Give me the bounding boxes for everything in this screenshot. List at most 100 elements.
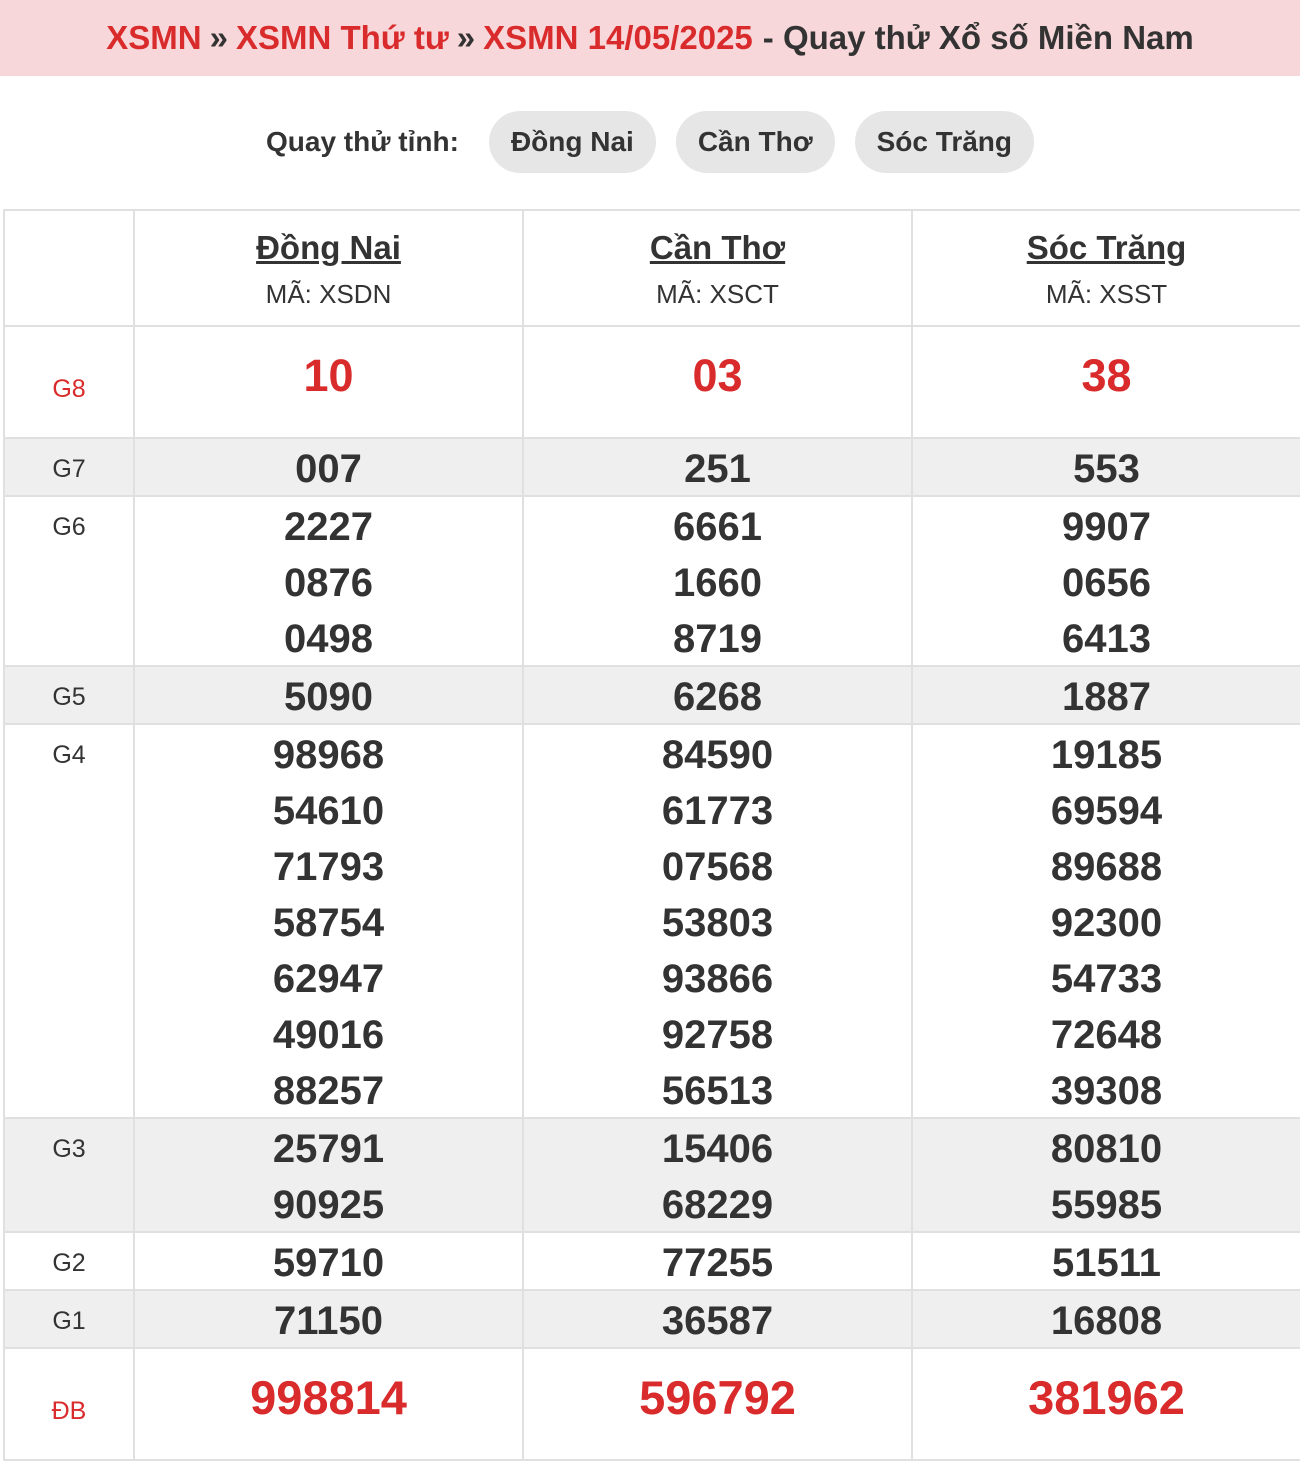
prize-cell: 553 [911,437,1300,497]
province-code: MÃ: XSCT [656,278,779,309]
prize-label-cell: G2 [3,1231,135,1291]
prize-number: 71150 [273,1299,384,1343]
province-header-can-tho: Cần Thơ MÃ: XSCT [522,209,913,327]
prize-label-cell: G5 [3,665,135,725]
breadcrumb-date-link[interactable]: XSMN 14/05/2025 [483,19,753,57]
province-button-can-tho[interactable]: Cần Thơ [675,111,835,173]
prize-label: G5 [52,683,86,711]
breadcrumb-separator: » [209,19,228,56]
prize-row: G8 10 03 38 [3,325,1300,439]
prize-number: 6661 [673,505,762,549]
prize-cell: 25791 90925 [133,1117,524,1233]
prize-cell: 16808 [911,1289,1300,1349]
prize-number: 53803 [661,901,774,945]
prize-number: 1887 [1062,675,1151,719]
prize-cell: 98968 54610 71793 58754 62947 49016 88257 [133,723,524,1119]
prize-number: 5090 [284,675,373,719]
prize-number: 89688 [1050,845,1163,889]
prize-cell: 51511 [911,1231,1300,1291]
prize-number: 92300 [1050,901,1163,945]
prize-cell: 59710 [133,1231,524,1291]
prize-number: 54733 [1050,957,1163,1001]
breadcrumb-weekday-link[interactable]: XSMN Thứ tư [236,19,449,57]
prize-cell: 381962 [911,1347,1300,1461]
prize-number: 90925 [272,1183,385,1227]
prize-number: 72648 [1050,1013,1163,1057]
prize-number: 8719 [673,617,762,661]
province-header-soc-trang: Sóc Trăng MÃ: XSST [911,209,1300,327]
prize-number: 77255 [661,1241,774,1285]
breadcrumb-home-link[interactable]: XSMN [106,19,201,57]
province-header-row: Đồng Nai MÃ: XSDN Cần Thơ MÃ: XSCT Sóc T… [3,209,1300,327]
prize-label: G3 [52,1135,86,1163]
prize-number: 10 [303,350,354,401]
prize-number: 381962 [1028,1371,1185,1424]
prize-label: G2 [52,1249,86,1277]
province-button-dong-nai[interactable]: Đồng Nai [488,111,656,173]
prize-number: 58754 [272,901,385,945]
prize-row: G6 2227 0876 0498 6661 1660 8719 9907 0656 6413 [3,495,1300,667]
prize-row: G4 98968 54610 71793 58754 62947 49016 88257 845… [3,723,1300,1119]
prize-number: 998814 [250,1371,407,1424]
province-name-link[interactable]: Đồng Nai [135,229,522,267]
prize-cell: 251 [522,437,913,497]
province-picker: Quay thử tỉnh: Đồng Nai Cần Thơ Sóc Trăn… [0,76,1300,208]
province-name-link[interactable]: Cần Thơ [524,229,911,267]
prize-number: 88257 [272,1069,385,1113]
prize-label-cell: G6 [3,495,135,667]
prize-label-cell: G4 [3,723,135,1119]
prize-number: 49016 [272,1013,385,1057]
prize-number: 19185 [1050,733,1163,777]
picker-label: Quay thử tỉnh: [266,126,459,157]
province-name-link[interactable]: Sóc Trăng [913,229,1300,267]
province-button-soc-trang[interactable]: Sóc Trăng [854,111,1034,173]
prize-number: 39308 [1050,1069,1163,1113]
prize-label: G8 [52,374,86,403]
prize-label-cell: ĐB [3,1347,135,1461]
prize-number: 68229 [661,1183,774,1227]
prize-row: G1 71150 36587 16808 [3,1289,1300,1349]
prize-row: ĐB 998814 596792 381962 [3,1347,1300,1461]
prize-row: G5 5090 6268 1887 [3,665,1300,725]
breadcrumb-separator: » [456,19,476,56]
prize-number: 03 [692,350,743,401]
prize-number: 69594 [1050,789,1163,833]
prize-row: G3 25791 90925 15406 68229 80810 55985 [3,1117,1300,1233]
prize-number: 56513 [661,1069,774,1113]
prize-number: 38 [1081,350,1132,401]
prize-number: 553 [1073,447,1140,491]
prize-number: 98968 [272,733,385,777]
prize-number: 93866 [661,957,774,1001]
prize-cell: 9907 0656 6413 [911,495,1300,667]
prize-number: 80810 [1050,1127,1163,1171]
prize-number: 92758 [661,1013,774,1057]
prize-cell: 5090 [133,665,524,725]
prize-cell: 998814 [133,1347,524,1461]
prize-number: 36587 [661,1299,774,1343]
prize-cell: 1887 [911,665,1300,725]
prize-cell: 36587 [522,1289,913,1349]
prize-cell: 6268 [522,665,913,725]
prize-number: 62947 [272,957,385,1001]
prize-label-cell: G8 [3,325,135,439]
prize-number: 16808 [1050,1299,1163,1343]
prize-number: 25791 [272,1127,385,1171]
prize-label: ĐB [51,1396,87,1425]
page-title-suffix: - Quay thử Xổ số Miền Nam [762,19,1194,56]
prize-cell: 007 [133,437,524,497]
results-table: Đồng Nai MÃ: XSDN Cần Thơ MÃ: XSCT Sóc T… [3,209,1300,1461]
prize-label: G7 [52,455,86,483]
prize-number: 0656 [1062,561,1151,605]
prize-number: 9907 [1062,505,1151,549]
prize-cell: 77255 [522,1231,913,1291]
prize-row: G7 007 251 553 [3,437,1300,497]
prize-label: G1 [52,1307,86,1335]
prize-cell: 596792 [522,1347,913,1461]
prize-cell: 03 [522,325,913,439]
province-header-dong-nai: Đồng Nai MÃ: XSDN [133,209,524,327]
prize-number: 61773 [661,789,774,833]
header-blank-cell [3,209,134,327]
prize-number: 6413 [1062,617,1151,661]
prize-number: 71793 [272,845,385,889]
province-code: MÃ: XSST [1045,278,1168,309]
